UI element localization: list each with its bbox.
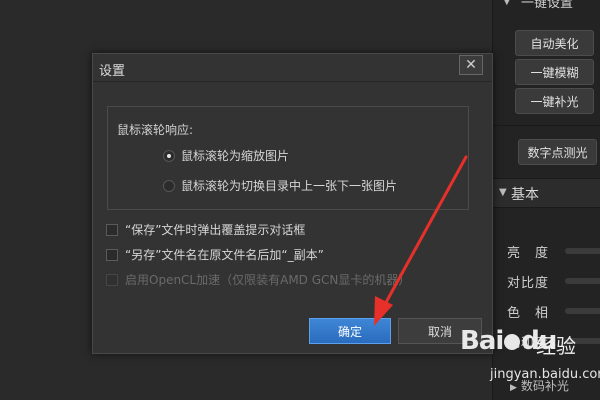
titlebar-divider — [93, 81, 492, 82]
save-as-copy-suffix-label[interactable]: “另存”文件名在原文件名后加“_副本” — [125, 246, 324, 263]
hue-slider[interactable] — [565, 308, 600, 314]
auto-beautify-button[interactable]: 自动美化 — [515, 30, 594, 56]
wheel-zoom-radio[interactable] — [163, 150, 175, 162]
divider — [493, 125, 600, 126]
opencl-acceleration-label: 启用OpenCL加速（仅限装有AMD GCN显卡的机器） — [125, 273, 411, 287]
one-click-blur-button[interactable]: 一键模糊 — [515, 59, 594, 85]
save-as-copy-suffix-checkbox[interactable] — [106, 249, 118, 261]
wheel-switch-image-radio[interactable] — [163, 180, 175, 192]
jingyan-label: 经验 — [536, 334, 576, 358]
section-header-label: 一键设置 — [521, 0, 574, 11]
contrast-label: 对比度 — [507, 276, 550, 291]
brightness-label: 亮 度 — [507, 246, 550, 261]
one-click-settings-header[interactable]: ▼ 一键设置 — [493, 0, 600, 11]
paw-icon — [504, 333, 521, 350]
basic-section-header[interactable]: ▼ 基本 — [493, 178, 600, 208]
hue-label: 色 相 — [507, 306, 550, 321]
save-overwrite-prompt-checkbox[interactable] — [106, 224, 118, 236]
mouse-wheel-group-label: 鼠标滚轮响应: — [117, 123, 194, 137]
brightness-slider[interactable] — [565, 248, 600, 254]
settings-dialog: 设置 ✕ 鼠标滚轮响应: 鼠标滚轮为缩放图片 鼠标滚轮为切换目录中上一张下一张图… — [92, 53, 493, 354]
wheel-zoom-radio-label[interactable]: 鼠标滚轮为缩放图片 — [181, 147, 289, 164]
collapse-triangle-icon: ▼ — [499, 187, 507, 198]
ok-button[interactable]: 确定 — [309, 318, 391, 344]
dialog-title: 设置 — [99, 64, 126, 79]
spot-metering-button[interactable]: 数字点测光 — [518, 139, 597, 165]
collapse-triangle-icon: ▼ — [503, 0, 511, 7]
wheel-switch-image-radio-label[interactable]: 鼠标滚轮为切换目录中上一张下一张图片 — [181, 177, 397, 194]
contrast-slider[interactable] — [565, 278, 600, 284]
opencl-acceleration-checkbox — [106, 274, 118, 286]
baidu-jingyan-watermark: Bai du 经验 jingyan.baidu.com — [460, 322, 600, 400]
one-click-fill-light-button[interactable]: 一键补光 — [515, 88, 594, 114]
basic-section-label: 基本 — [511, 187, 539, 203]
save-overwrite-prompt-label[interactable]: “保存”文件时弹出覆盖提示对话框 — [125, 221, 305, 238]
jingyan-url: jingyan.baidu.com — [490, 367, 600, 382]
close-icon[interactable]: ✕ — [459, 55, 483, 75]
